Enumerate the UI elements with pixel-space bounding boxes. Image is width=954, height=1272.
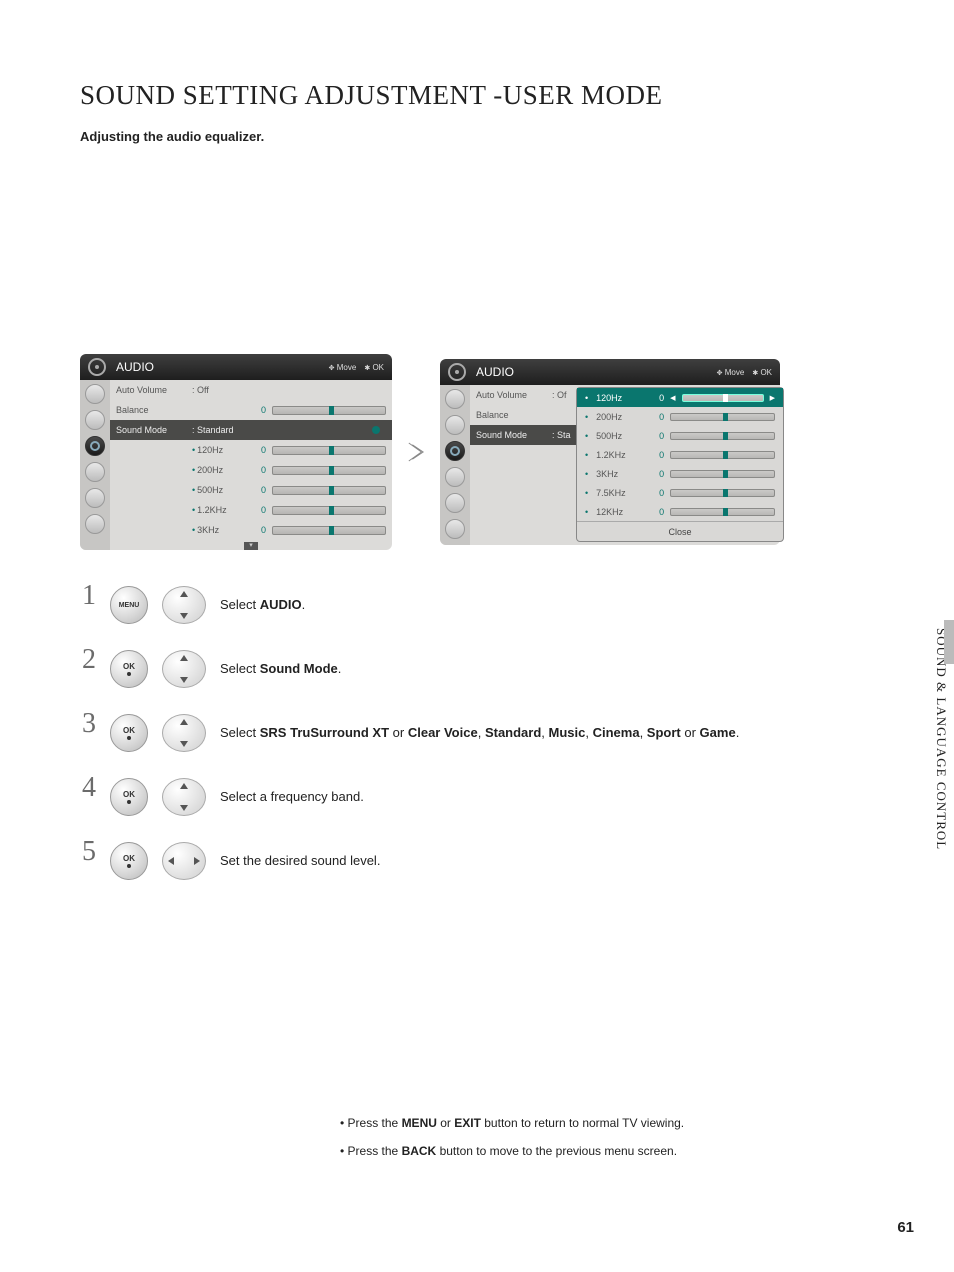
osd-side-icons	[80, 380, 110, 550]
osd-header: AUDIO ✥ Move ✱ OK	[440, 359, 780, 385]
picture-icon	[445, 389, 465, 409]
equalizer-popup: •120Hz0◀▶ •200Hz0 •500Hz0 •1.2KHz0 •3KHz…	[576, 387, 784, 542]
row-band: •500Hz0	[110, 480, 392, 500]
row-band: •1.2KHz0	[110, 500, 392, 520]
step-5: 5 OK Set the desired sound level.	[80, 842, 894, 880]
picture-icon	[85, 384, 105, 404]
popup-row: •1.2KHz0	[577, 445, 783, 464]
row-band: •3KHz0	[110, 520, 392, 540]
dpad-updown-icon	[162, 778, 206, 816]
dpad-updown-icon	[162, 714, 206, 752]
step-text: Select a frequency band.	[220, 788, 364, 806]
step-2: 2 OK Select Sound Mode.	[80, 650, 894, 688]
section-tab: SOUND & LANGUAGE CONTROL	[928, 620, 954, 858]
step-text: Select Sound Mode.	[220, 660, 341, 678]
screen-icon	[445, 415, 465, 435]
ok-button-icon: OK	[110, 650, 148, 688]
step-number: 4	[80, 774, 96, 802]
popup-row: •200Hz0	[577, 407, 783, 426]
step-text: Select SRS TruSurround XT or Clear Voice…	[220, 724, 739, 742]
step-3: 3 OK Select SRS TruSurround XT or Clear …	[80, 714, 894, 752]
row-band: •120Hz0	[110, 440, 392, 460]
row-auto-volume: Auto Volume : Off	[110, 380, 392, 400]
osd-title: AUDIO	[476, 365, 514, 379]
option-icon	[85, 488, 105, 508]
step-number: 5	[80, 838, 96, 866]
menu-button-icon: MENU	[110, 586, 148, 624]
popup-close: Close	[577, 521, 783, 541]
row-balance: Balance 0	[110, 400, 392, 420]
step-4: 4 OK Select a frequency band.	[80, 778, 894, 816]
step-number: 3	[80, 710, 96, 738]
step-number: 1	[80, 582, 96, 610]
popup-row: •3KHz0	[577, 464, 783, 483]
hint-ok: ✱ OK	[364, 363, 384, 372]
ok-button-icon: OK	[110, 842, 148, 880]
page-number: 61	[897, 1219, 914, 1236]
osd-side-icons	[440, 385, 470, 545]
osd-panel-left: AUDIO ✥ Move ✱ OK Auto Volume	[80, 354, 392, 550]
option-icon	[445, 493, 465, 513]
hint-move: ✥ Move	[329, 363, 357, 372]
osd-header: AUDIO ✥ Move ✱ OK	[80, 354, 392, 380]
popup-row: •7.5KHz0	[577, 483, 783, 502]
instruction-steps: 1 MENU Select AUDIO. 2 OK Select Sound M…	[80, 586, 894, 880]
hint-move: ✥ Move	[717, 368, 745, 377]
osd-screenshots: AUDIO ✥ Move ✱ OK Auto Volume	[80, 354, 894, 550]
screen-icon	[85, 410, 105, 430]
time-icon	[445, 467, 465, 487]
lock-icon	[445, 519, 465, 539]
hint-ok: ✱ OK	[752, 368, 772, 377]
ok-button-icon: OK	[110, 714, 148, 752]
arrow-right-icon	[406, 440, 426, 464]
row-band: •200Hz0	[110, 460, 392, 480]
dial-icon	[88, 358, 106, 376]
step-text: Select AUDIO.	[220, 596, 305, 614]
osd-title: AUDIO	[116, 360, 154, 374]
popup-row: •500Hz0	[577, 426, 783, 445]
lock-icon	[85, 514, 105, 534]
radio-dot-icon	[372, 426, 380, 434]
page-title: SOUND SETTING ADJUSTMENT -USER MODE	[80, 80, 894, 111]
popup-row: •12KHz0	[577, 502, 783, 521]
step-text: Set the desired sound level.	[220, 852, 380, 870]
row-sound-mode: Sound Mode : Standard	[110, 420, 392, 440]
time-icon	[85, 462, 105, 482]
footer-notes: • Press the MENU or EXIT button to retur…	[340, 1116, 684, 1172]
dpad-updown-icon	[162, 650, 206, 688]
step-number: 2	[80, 646, 96, 674]
page-subtitle: Adjusting the audio equalizer.	[80, 129, 894, 144]
dpad-updown-icon	[162, 586, 206, 624]
ok-button-icon: OK	[110, 778, 148, 816]
dpad-leftright-icon	[162, 842, 206, 880]
step-1: 1 MENU Select AUDIO.	[80, 586, 894, 624]
note-line: • Press the BACK button to move to the p…	[340, 1144, 684, 1158]
popup-row: •120Hz0◀▶	[577, 388, 783, 407]
scroll-down-icon: ▾	[244, 542, 258, 550]
note-line: • Press the MENU or EXIT button to retur…	[340, 1116, 684, 1130]
audio-icon	[445, 441, 465, 461]
osd-panel-right: AUDIO ✥ Move ✱ OK Auto Volume	[440, 359, 780, 545]
dial-icon	[448, 363, 466, 381]
audio-icon	[85, 436, 105, 456]
